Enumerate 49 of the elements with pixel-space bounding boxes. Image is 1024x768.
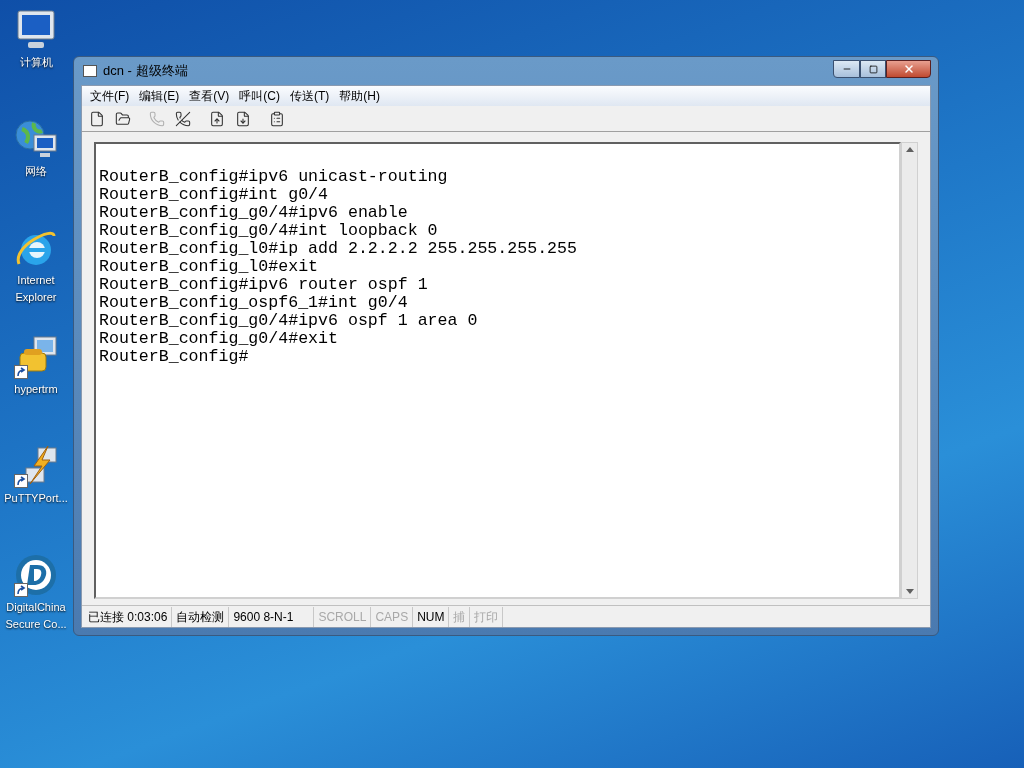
desktop-icon-label[interactable]: 网络 <box>25 163 47 180</box>
status-panel: 捕 <box>449 606 471 627</box>
terminal-line: RouterB_config_g0/4#ipv6 enable <box>99 204 408 222</box>
menu-item[interactable]: 查看(V) <box>185 87 234 105</box>
terminal-line: RouterB_config#ipv6 unicast-routing <box>99 168 448 186</box>
phone-icon <box>149 110 165 127</box>
terminal-line: RouterB_config_g0/4#int loopback 0 <box>99 222 438 240</box>
terminal-line: RouterB_config_ospf6_1#int g0/4 <box>99 294 408 312</box>
scroll-down-icon[interactable] <box>905 589 914 594</box>
menu-item[interactable]: 传送(T) <box>286 87 334 105</box>
desktop-icon-label[interactable]: 计算机 <box>19 54 53 71</box>
status-panel: SCROLL <box>314 606 372 627</box>
minimize-button[interactable] <box>833 60 860 78</box>
close-icon <box>902 63 915 75</box>
terminal-line: RouterB_config#ipv6 router ospf 1 <box>99 276 428 294</box>
properties-icon <box>269 110 285 127</box>
status-panel: 9600 8-N-1 <box>229 606 315 627</box>
status-panel: 自动检测 <box>172 606 230 627</box>
close-button[interactable] <box>886 60 931 78</box>
desktop-icon-label[interactable]: hypertrm <box>14 381 58 398</box>
file-up-icon <box>209 110 225 127</box>
new-file-icon <box>89 110 105 127</box>
desktop-icon-label[interactable]: Internet Explorer <box>0 272 72 306</box>
app-icon <box>83 65 97 77</box>
terminal-line: RouterB_config#int g0/4 <box>99 186 329 204</box>
scroll-up-icon[interactable] <box>905 147 914 152</box>
folder-icon <box>115 110 131 127</box>
menu-item[interactable]: 帮助(H) <box>335 87 384 105</box>
status-panel: 已连接 0:03:06 <box>84 606 173 627</box>
terminal-line: RouterB_config_g0/4#ipv6 ospf 1 area 0 <box>99 312 478 330</box>
desktop-icon-label[interactable]: DigitalChina Secure Co... <box>0 599 72 633</box>
phone-off-icon <box>175 110 191 127</box>
desktop-icon-label[interactable]: PuTTYPort... <box>4 490 68 507</box>
maximize-icon <box>868 64 878 74</box>
terminal-line: RouterB_config_g0/4#exit <box>99 330 338 348</box>
menu-item[interactable]: 文件(F) <box>86 87 134 105</box>
terminal-line: RouterB_config_l0#ip add 2.2.2.2 255.255.255.255 <box>99 240 577 258</box>
window-title: dcn - 超级终端 <box>103 62 188 81</box>
status-panel: CAPS <box>371 606 414 627</box>
status-panel: 打印 <box>470 606 504 627</box>
status-panel: NUM <box>413 606 450 627</box>
maximize-button[interactable] <box>860 60 886 78</box>
menu-item[interactable]: 呼叫(C) <box>235 87 284 105</box>
terminal-line: RouterB_config_l0#exit <box>99 258 319 276</box>
menu-item[interactable]: 编辑(E) <box>135 87 184 105</box>
terminal-line: RouterB_config# <box>99 348 249 366</box>
scrollbar[interactable] <box>901 142 918 599</box>
file-down-icon <box>235 110 251 127</box>
d-logo-icon <box>14 553 58 597</box>
